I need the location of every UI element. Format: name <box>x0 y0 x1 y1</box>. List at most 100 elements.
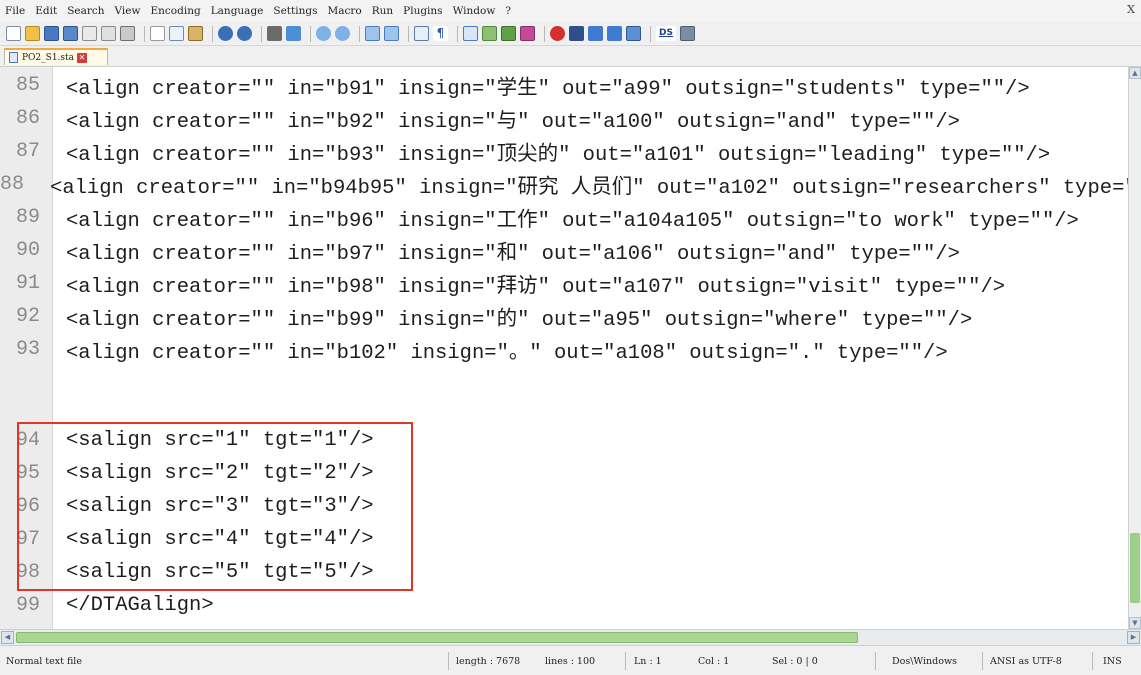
code-line[interactable]: 87 <align creator="" in="b93" insign="顶尖… <box>0 135 1128 168</box>
code-text[interactable]: <align creator="" in="b97" insign="和" ou… <box>46 235 960 266</box>
sync-v-icon[interactable] <box>365 26 380 41</box>
code-line[interactable]: 95 <salign src="2" tgt="2"/> <box>0 457 1128 490</box>
code-text[interactable]: <align creator="" in="b93" insign="顶尖的" … <box>46 136 1050 167</box>
code-line[interactable]: 92 <align creator="" in="b99" insign="的"… <box>0 300 1128 333</box>
code-text[interactable]: <salign src="5" tgt="5"/> <box>46 561 374 584</box>
tab-po2-s1-sta[interactable]: PO2_S1.sta ✕ <box>4 48 108 65</box>
file-icon <box>9 52 18 63</box>
horizontal-scrollbar[interactable]: ◀ ▶ <box>0 629 1141 645</box>
menu-view[interactable]: View <box>110 5 146 17</box>
code-line[interactable]: 88 <align creator="" in="b94b95" insign=… <box>0 168 1128 201</box>
sync-h-icon[interactable] <box>384 26 399 41</box>
monitor-icon[interactable] <box>520 26 535 41</box>
save-all-icon[interactable] <box>63 26 78 41</box>
replace-icon[interactable] <box>286 26 301 41</box>
code-line[interactable]: 85 <align creator="" in="b91" insign="学生… <box>0 69 1128 102</box>
line-number: 99 <box>15 594 40 617</box>
doc-map-icon[interactable] <box>482 26 497 41</box>
line-number: 93 <box>15 338 40 361</box>
menu-settings[interactable]: Settings <box>268 5 322 17</box>
menu-edit[interactable]: Edit <box>30 5 62 17</box>
menu-window[interactable]: Window <box>448 5 501 17</box>
code-line[interactable]: 94 <salign src="1" tgt="1"/> <box>0 424 1128 457</box>
close-icon[interactable] <box>82 26 97 41</box>
code-line[interactable]: 90 <align creator="" in="b97" insign="和"… <box>0 234 1128 267</box>
code-line[interactable]: 96 <salign src="3" tgt="3"/> <box>0 490 1128 523</box>
status-col: Col : 1 <box>698 656 730 667</box>
menu-file[interactable]: File <box>0 5 30 17</box>
print-icon[interactable] <box>120 26 135 41</box>
code-line[interactable]: 98 <salign src="5" tgt="5"/> <box>0 556 1128 589</box>
ds-icon[interactable]: DS <box>656 26 676 41</box>
menu-bar: File Edit Search View Encoding Language … <box>0 0 1141 22</box>
redo-icon[interactable] <box>237 26 252 41</box>
code-text[interactable]: <align creator="" in="b98" insign="拜访" o… <box>46 268 1005 299</box>
close-tab-icon[interactable]: ✕ <box>77 52 88 63</box>
code-text[interactable]: <salign src="4" tgt="4"/> <box>46 528 374 551</box>
line-number: 92 <box>15 305 40 328</box>
play-macro-icon[interactable] <box>588 26 603 41</box>
indent-guide-icon[interactable] <box>463 26 478 41</box>
menu-macro[interactable]: Macro <box>322 5 366 17</box>
editor-area[interactable]: 85 <align creator="" in="b91" insign="学生… <box>0 67 1128 629</box>
status-bar: Normal text file length : 7678 lines : 1… <box>0 645 1141 675</box>
cut-icon[interactable] <box>150 26 165 41</box>
zoom-out-icon[interactable] <box>335 26 350 41</box>
line-number: 89 <box>15 206 40 229</box>
scroll-down-icon[interactable]: ▼ <box>1129 617 1141 629</box>
menu-search[interactable]: Search <box>62 5 109 17</box>
run-multiple-icon[interactable] <box>607 26 622 41</box>
code-text[interactable]: </DTAGalign> <box>46 594 214 617</box>
code-text[interactable]: <salign src="2" tgt="2"/> <box>46 462 374 485</box>
menu-help[interactable]: ? <box>500 5 516 17</box>
scroll-right-icon[interactable]: ▶ <box>1127 631 1140 644</box>
vertical-scroll-thumb[interactable] <box>1130 533 1140 603</box>
menu-encoding[interactable]: Encoding <box>146 5 206 17</box>
scroll-up-icon[interactable]: ▲ <box>1129 67 1141 79</box>
code-text[interactable]: <align creator="" in="b92" insign="与" ou… <box>46 103 960 134</box>
code-line[interactable]: 99 </DTAGalign> <box>0 589 1128 622</box>
code-line[interactable]: 91 <align creator="" in="b98" insign="拜访… <box>0 267 1128 300</box>
toolbar-separator <box>359 25 360 42</box>
code-text[interactable]: <align creator="" in="b99" insign="的" ou… <box>46 301 972 332</box>
code-line[interactable]: 97 <salign src="4" tgt="4"/> <box>0 523 1128 556</box>
code-text[interactable]: <align creator="" in="b102" insign="。" o… <box>46 334 948 365</box>
save-macro-icon[interactable] <box>626 26 641 41</box>
plugin-icon[interactable] <box>680 26 695 41</box>
all-chars-icon[interactable]: ¶ <box>433 26 448 41</box>
toolbar-separator <box>408 25 409 42</box>
save-icon[interactable] <box>44 26 59 41</box>
stop-record-icon[interactable] <box>569 26 584 41</box>
status-separator <box>625 652 626 670</box>
paste-icon[interactable] <box>188 26 203 41</box>
scroll-left-icon[interactable]: ◀ <box>1 631 14 644</box>
zoom-in-icon[interactable] <box>316 26 331 41</box>
window-close-button[interactable]: X <box>1127 3 1135 16</box>
horizontal-scroll-thumb[interactable] <box>16 632 858 643</box>
record-macro-icon[interactable] <box>550 26 565 41</box>
close-all-icon[interactable] <box>101 26 116 41</box>
code-text[interactable]: <align creator="" in="b94b95" insign="研究… <box>30 169 1128 200</box>
code-line[interactable]: 93 <align creator="" in="b102" insign="。… <box>0 333 1128 366</box>
menu-run[interactable]: Run <box>367 5 398 17</box>
code-text[interactable]: <align creator="" in="b96" insign="工作" o… <box>46 202 1079 233</box>
find-icon[interactable] <box>267 26 282 41</box>
menu-plugins[interactable]: Plugins <box>398 5 447 17</box>
new-file-icon[interactable] <box>6 26 21 41</box>
code-text[interactable]: <align creator="" in="b91" insign="学生" o… <box>46 70 1030 101</box>
word-wrap-icon[interactable] <box>414 26 429 41</box>
menu-language[interactable]: Language <box>206 5 269 17</box>
undo-icon[interactable] <box>218 26 233 41</box>
code-line[interactable]: 86 <align creator="" in="b92" insign="与"… <box>0 102 1128 135</box>
code-text[interactable]: <salign src="1" tgt="1"/> <box>46 429 374 452</box>
code-line[interactable]: 89 <align creator="" in="b96" insign="工作… <box>0 201 1128 234</box>
open-file-icon[interactable] <box>25 26 40 41</box>
toolbar-separator <box>457 25 458 42</box>
code-text[interactable]: <salign src="3" tgt="3"/> <box>46 495 374 518</box>
copy-icon[interactable] <box>169 26 184 41</box>
line-number: 90 <box>15 239 40 262</box>
function-list-icon[interactable] <box>501 26 516 41</box>
vertical-scrollbar[interactable]: ▲ ▼ <box>1128 67 1141 629</box>
line-number: 85 <box>15 74 40 97</box>
status-file-type: Normal text file <box>6 656 82 667</box>
